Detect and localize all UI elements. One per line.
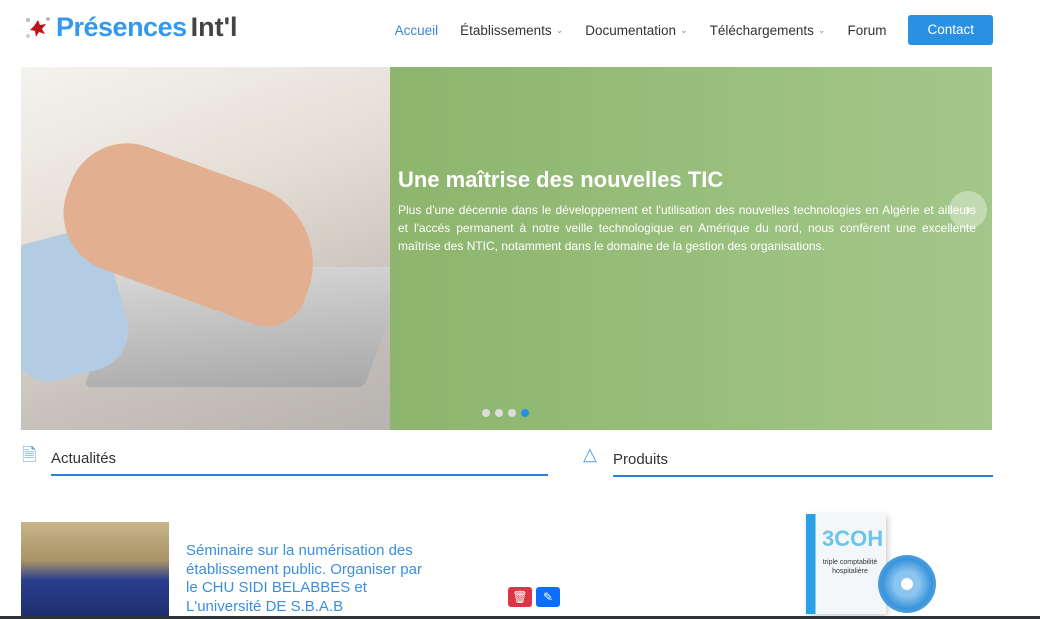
carousel-dot-active[interactable]	[521, 409, 529, 417]
chevron-down-icon: ⌄	[680, 24, 688, 35]
nav-label: Forum	[847, 22, 887, 38]
products-divider	[613, 475, 993, 477]
star-logo-icon	[26, 16, 50, 38]
slide-title: Une maîtrise des nouvelles TIC	[398, 167, 724, 192]
logo-text-1: Présences	[56, 12, 187, 42]
logo[interactable]: Présences Int'l	[24, 12, 238, 43]
nav-documentation[interactable]: Documentation ⌄	[585, 23, 687, 38]
chevron-down-icon: ⌄	[817, 24, 826, 35]
products-heading: Produits	[613, 451, 669, 468]
nav-label: Établissements	[460, 22, 552, 38]
trash-icon[interactable]: 🗑	[508, 587, 532, 607]
nav-label: Documentation	[585, 22, 677, 38]
product-box-image[interactable]: 3COH triple comptabilité hospitalière	[806, 514, 886, 614]
box-icon: △	[583, 444, 597, 464]
laptop-photo	[21, 67, 408, 430]
slide-text: Plus d'une décennie dans le développemen…	[398, 203, 976, 253]
nav-label: Accueil	[394, 22, 439, 38]
carousel-dot[interactable]	[495, 409, 503, 417]
news-thumbnail[interactable]	[21, 522, 169, 619]
contact-button[interactable]: Contact	[908, 15, 993, 45]
carousel-indicators	[482, 409, 529, 417]
chevron-down-icon: ⌄	[555, 24, 564, 35]
hero-carousel: Une maîtrise des nouvelles TIC Plus d'un…	[21, 67, 992, 430]
news-divider	[51, 474, 548, 476]
logo-text-2: Int'l	[190, 12, 238, 42]
nav-accueil[interactable]: Accueil	[395, 23, 439, 38]
nav-etablissements[interactable]: Établissements ⌄	[460, 23, 563, 38]
news-heading: Actualités	[51, 450, 117, 467]
carousel-dot[interactable]	[482, 409, 490, 417]
product-name: 3COH	[822, 526, 884, 551]
cd-icon	[878, 555, 936, 613]
nav-telechargements[interactable]: Téléchargements ⌄	[710, 23, 826, 38]
news-title-link[interactable]: Séminaire sur la numérisation des établi…	[186, 542, 436, 616]
newspaper-icon: 🗎	[22, 445, 37, 465]
edit-icon[interactable]: ✎	[536, 587, 560, 607]
nav-label: Téléchargements	[709, 22, 814, 38]
product-subtitle: triple comptabilité hospitalière	[822, 559, 878, 575]
nav-forum[interactable]: Forum	[847, 23, 886, 38]
main-nav: Accueil Établissements ⌄ Documentation ⌄ T…	[395, 15, 993, 45]
chevron-right-icon[interactable]: ›	[949, 191, 987, 229]
carousel-dot[interactable]	[508, 409, 516, 417]
